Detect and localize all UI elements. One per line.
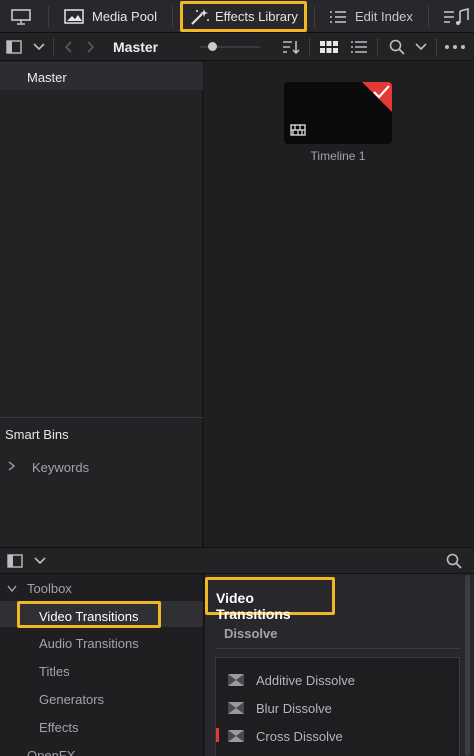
tree-item-openfx[interactable]: OpenFX	[27, 748, 75, 756]
chevron-right-icon	[8, 461, 16, 471]
transition-label: Blur Dissolve	[256, 700, 332, 716]
chevron-down-icon	[415, 43, 427, 51]
effects-tree: Toolbox Video Transitions Audio Transiti…	[0, 574, 204, 756]
bin-master[interactable]: Master	[0, 62, 203, 90]
effects-panel-toggle-button[interactable]	[6, 553, 24, 569]
back-button[interactable]	[62, 41, 74, 53]
media-pool-label: Media Pool	[92, 9, 158, 24]
sidebar-icon	[7, 554, 23, 568]
chevron-right-icon	[87, 41, 95, 53]
monitor-icon	[11, 8, 31, 25]
search-options-dropdown[interactable]	[414, 42, 428, 52]
thumbnail-view-button[interactable]	[320, 40, 338, 54]
list-icon	[330, 10, 346, 23]
forward-button[interactable]	[85, 41, 97, 53]
clip-name: Timeline 1	[310, 149, 366, 163]
sort-icon	[283, 41, 300, 55]
monitor-toggle-button[interactable]	[10, 0, 32, 33]
group-divider	[215, 648, 460, 649]
magic-wand-icon	[191, 8, 209, 25]
edit-index-button[interactable]: Edit Index	[328, 0, 413, 33]
breadcrumb: Master	[113, 39, 159, 55]
timeline-thumbnail[interactable]	[284, 82, 392, 144]
transition-icon	[228, 702, 244, 714]
sidebar-icon	[6, 40, 22, 54]
transition-icon	[228, 674, 244, 686]
chevron-down-icon	[34, 557, 46, 565]
toolbar-divider	[172, 6, 173, 28]
transition-icon	[228, 730, 244, 742]
section-title-box: Video Transitions	[205, 577, 335, 622]
transition-item[interactable]: Blur Dissolve	[216, 694, 461, 722]
toolbar-divider	[436, 38, 437, 56]
transition-item[interactable]: Cross Dissolve	[216, 722, 461, 750]
bins-panel: Master Smart Bins Keywords	[0, 61, 203, 547]
checkmark-flag-icon	[362, 82, 392, 112]
list-view-button[interactable]	[350, 40, 368, 54]
panel-toggle-button[interactable]	[5, 39, 23, 55]
section-title: Video Transitions	[216, 590, 291, 622]
tree-label: Toolbox	[27, 581, 72, 596]
timeline-badge-icon	[290, 124, 306, 136]
more-options-button[interactable]	[444, 42, 466, 52]
music-list-icon	[444, 7, 469, 25]
tree-item-audio-transitions[interactable]: Audio Transitions	[39, 636, 139, 651]
tree-item-generators[interactable]: Generators	[39, 692, 104, 707]
sort-button[interactable]	[280, 39, 302, 55]
transition-item[interactable]: Additive Dissolve	[216, 666, 461, 694]
transition-label: Cross Dissolve	[256, 728, 343, 744]
sound-library-button[interactable]	[442, 0, 472, 33]
divider	[0, 417, 203, 418]
chevron-left-icon	[64, 41, 72, 53]
search-icon	[389, 39, 405, 55]
transition-list: Additive Dissolve Blur Dissolve Cross Di…	[215, 657, 460, 756]
keywords-label: Keywords	[32, 460, 90, 475]
toolbar-divider	[309, 38, 310, 56]
smart-bin-keywords[interactable]: Keywords	[0, 456, 203, 480]
tree-item-effects[interactable]: Effects	[39, 720, 79, 735]
toolbar-divider	[48, 6, 49, 28]
toolbar-divider	[428, 6, 429, 28]
tree-item-titles[interactable]: Titles	[39, 664, 70, 679]
effects-search-button[interactable]	[444, 552, 464, 570]
tree-item-toolbox[interactable]: Toolbox	[0, 579, 203, 599]
selection-marker	[216, 728, 219, 742]
toolbar-divider	[377, 38, 378, 56]
chevron-down-icon	[7, 585, 17, 593]
media-browser-toolbar: Master	[0, 33, 474, 61]
toolbar-divider	[314, 6, 315, 28]
effects-scrollbar[interactable]	[465, 575, 470, 756]
bin-label: Master	[27, 70, 67, 85]
transition-label: Additive Dissolve	[256, 672, 355, 688]
image-icon	[64, 8, 84, 24]
more-icon	[445, 45, 465, 49]
grid-icon	[320, 41, 338, 53]
effects-library-label: Effects Library	[215, 9, 298, 24]
list-view-icon	[351, 41, 367, 53]
effects-list-pane: Video Transitions Dissolve Additive Diss…	[205, 574, 474, 756]
top-toolbar: Media Pool Effects Library Edit Index	[0, 0, 474, 33]
smart-bins-header: Smart Bins	[5, 427, 69, 442]
slider-handle[interactable]	[208, 42, 217, 51]
effects-library-button[interactable]: Effects Library	[180, 1, 307, 32]
panel-options-dropdown[interactable]	[32, 41, 46, 53]
effects-options-dropdown[interactable]	[33, 556, 47, 566]
thumbnail-size-slider[interactable]	[200, 42, 260, 51]
media-pool-pane: Timeline 1	[204, 61, 474, 547]
effects-toolbar	[0, 547, 474, 574]
tree-item-video-transitions[interactable]: Video Transitions	[0, 601, 203, 628]
chevron-down-icon	[33, 43, 45, 51]
tree-label: Video Transitions	[39, 609, 139, 624]
edit-index-label: Edit Index	[355, 9, 413, 24]
media-pool-button[interactable]: Media Pool	[64, 0, 157, 33]
search-icon	[446, 553, 462, 569]
toolbar-divider	[53, 38, 54, 56]
search-button[interactable]	[388, 39, 406, 55]
group-title: Dissolve	[224, 626, 278, 641]
